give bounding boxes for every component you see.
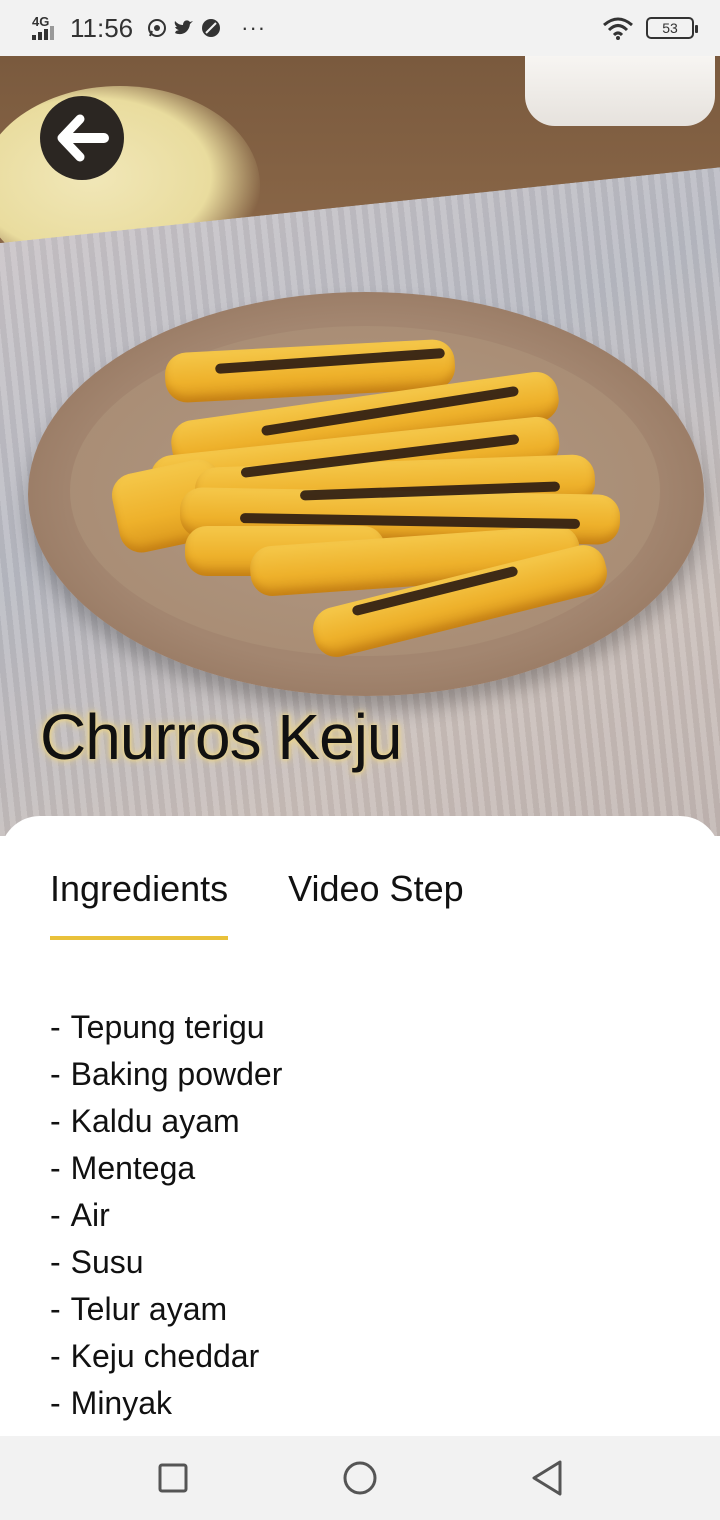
home-button[interactable] <box>330 1448 390 1508</box>
status-bar-right: 53 <box>602 16 698 40</box>
ingredient-list: - Tepung terigu - Baking powder - Kaldu aya… <box>50 1004 282 1427</box>
list-item: - Mentega <box>50 1150 196 1186</box>
twitter-icon <box>174 20 194 35</box>
back-nav-button[interactable] <box>517 1448 577 1508</box>
circle-icon <box>343 1461 377 1495</box>
recents-button[interactable] <box>143 1448 203 1508</box>
arrow-left-icon <box>57 114 109 162</box>
leaf-icon <box>202 19 221 37</box>
list-item: - Susu <box>50 1244 144 1280</box>
back-button[interactable] <box>40 96 124 180</box>
tab-bar: Ingredients Video Step <box>50 868 464 940</box>
recipe-detail-sheet: Ingredients Video Step - Tepung terigu -B… <box>0 816 720 1436</box>
recipe-title: Churros Keju <box>40 701 402 773</box>
whatsapp-icon <box>148 19 167 37</box>
battery-level: 53 <box>662 20 678 36</box>
list-item: - Keju cheddar <box>50 1338 260 1374</box>
notification-icons <box>147 18 221 38</box>
tab-ingredients[interactable]: Ingredients <box>50 868 229 940</box>
signal-icon: 4G <box>30 13 60 43</box>
list-item: - Baking powder <box>50 1056 283 1092</box>
wifi-icon <box>603 17 633 40</box>
list-item: - Minyak <box>50 1385 173 1421</box>
list-item: - Telur ayam <box>50 1291 228 1327</box>
status-bar: 4G 11:56 ··· 53 <box>0 0 720 56</box>
tab-video-step[interactable]: Video Step <box>288 868 463 936</box>
battery-icon: 53 <box>646 17 698 39</box>
more-notifications-icon: ··· <box>241 15 267 40</box>
clock: 11:56 <box>70 12 134 43</box>
navigation-bar <box>0 1436 720 1520</box>
triangle-back-icon <box>532 1460 562 1496</box>
list-item: - Kaldu ayam <box>50 1103 240 1139</box>
list-item: - Tepung terigu <box>50 1009 265 1045</box>
list-item: - Air <box>50 1197 110 1233</box>
status-bar-left: 4G 11:56 ··· <box>30 13 266 44</box>
square-icon <box>158 1463 188 1493</box>
